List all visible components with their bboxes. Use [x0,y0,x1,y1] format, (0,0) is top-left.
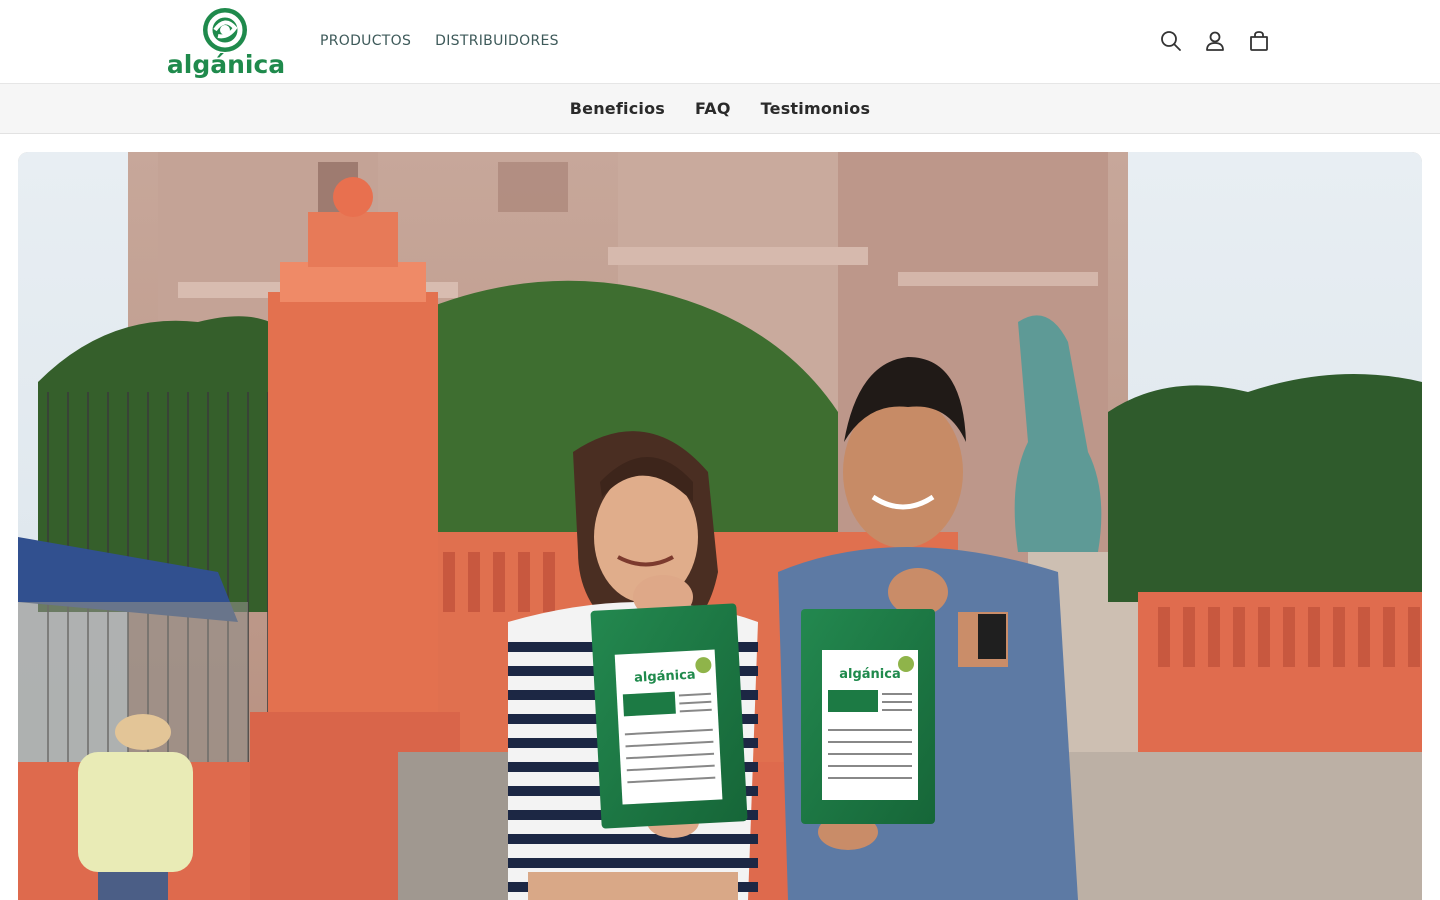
logo-wordmark: algánica [168,50,284,78]
subnav-item-testimonios[interactable]: Testimonios [761,99,871,118]
product-bag-left: algánica [590,603,748,829]
bag-right-brand: algánica [839,667,901,682]
subnav-item-beneficios[interactable]: Beneficios [570,99,665,118]
bag-left-brand: algánica [634,668,696,686]
cart-icon[interactable] [1246,26,1272,56]
brand-logo[interactable]: algánica [168,6,284,78]
account-icon[interactable] [1202,26,1228,56]
hero-image: algánica algánica [18,152,1422,900]
product-bag-right: algánica [801,609,935,824]
header-icons [1158,26,1272,56]
search-icon[interactable] [1158,26,1184,56]
nav-item-distribuidores[interactable]: DISTRIBUIDORES [423,29,571,53]
subnav-item-faq[interactable]: FAQ [695,99,731,118]
hero-banner: algánica algánica [18,152,1422,900]
main-nav: PRODUCTOS DISTRIBUIDORES [308,29,571,53]
section-nav: Beneficios FAQ Testimonios [0,84,1440,134]
nav-item-productos[interactable]: PRODUCTOS [308,29,423,53]
site-header: algánica PRODUCTOS DISTRIBUIDORES [0,0,1440,84]
